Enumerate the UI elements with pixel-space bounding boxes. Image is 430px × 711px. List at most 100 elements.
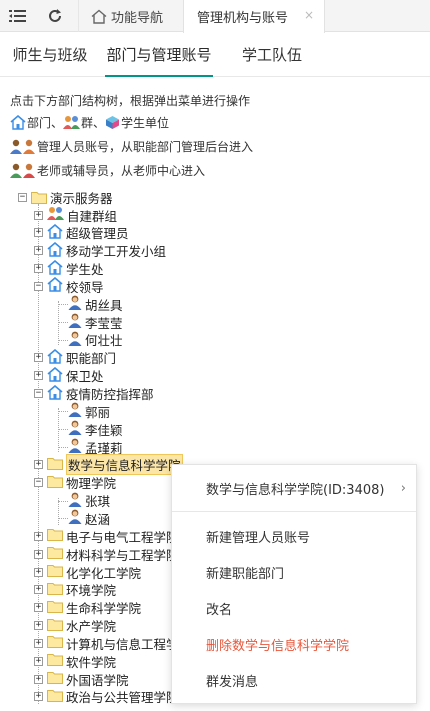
- tree-person-item[interactable]: 孟瑾莉: [68, 438, 123, 456]
- house-icon: [47, 277, 63, 295]
- tab-org-accounts[interactable]: 管理机构与账号 ×: [183, 0, 325, 33]
- person-icon: [68, 295, 82, 313]
- tree-node-label: 职能部门: [66, 351, 117, 367]
- context-menu-header[interactable]: 数学与信息科学学院(ID:3408) ›: [172, 465, 416, 512]
- legend-teacher: 老师或辅导员，从老师中心进入: [37, 164, 206, 178]
- person-pair-icon: [10, 163, 35, 178]
- tree-node-item[interactable]: + 移动学工开发小组: [34, 241, 166, 260]
- tree-node-item[interactable]: + 环境学院: [34, 581, 116, 599]
- person-icon: [68, 492, 82, 510]
- tree-person-item[interactable]: 何壮壮: [68, 331, 123, 349]
- expand-toggle[interactable]: +: [34, 246, 43, 256]
- menu-new-admin-account[interactable]: 新建管理人员账号: [206, 527, 310, 546]
- tree-person-item[interactable]: 张琪: [68, 492, 110, 510]
- tree-node-item[interactable]: + 保卫处: [34, 366, 104, 385]
- tree-root[interactable]: − 演示服务器: [18, 188, 113, 206]
- hint-teachers: 老师或辅导员，从老师中心进入: [10, 162, 205, 179]
- tree-node-label: 化学化工学院: [66, 565, 142, 581]
- sub-tabs: 师生与班级 部门与管理账号 学工队伍: [0, 33, 430, 77]
- tree-node-item[interactable]: + 水产学院: [34, 617, 116, 635]
- tree-node-label: 郭丽: [85, 404, 111, 420]
- menu-collapse-icon: [9, 10, 26, 22]
- tree-node-label: 自建群组: [67, 208, 118, 224]
- expand-toggle[interactable]: +: [34, 371, 43, 381]
- legend-student-unit: 学生单位: [121, 116, 170, 130]
- tree-node-item[interactable]: + 软件学院: [34, 652, 116, 670]
- expand-toggle[interactable]: +: [34, 674, 43, 684]
- tree-node-label: 李莹莹: [85, 315, 123, 331]
- folder-icon: [47, 635, 63, 651]
- tree-node-label: 何壮壮: [85, 333, 123, 349]
- tab-function-nav[interactable]: 功能导航: [78, 0, 182, 32]
- tree-node-label: 材料科学与工程学院: [66, 547, 179, 563]
- expand-toggle[interactable]: +: [34, 210, 43, 220]
- refresh-button[interactable]: [37, 0, 73, 32]
- tree-person-item[interactable]: 李佳颖: [68, 420, 123, 438]
- tree-node-item[interactable]: + 职能部门: [34, 348, 117, 367]
- tree-node-label: 电子与电气工程学院: [66, 529, 179, 545]
- expand-toggle[interactable]: +: [34, 353, 43, 363]
- legend-group: 群、: [81, 116, 106, 130]
- person-icon: [68, 331, 82, 349]
- home-icon: [91, 9, 107, 24]
- expand-toggle[interactable]: +: [34, 692, 43, 702]
- tree-node-item[interactable]: + 政治与公共管理学院: [34, 688, 179, 706]
- expand-toggle[interactable]: +: [34, 638, 43, 648]
- expand-toggle[interactable]: +: [34, 603, 43, 613]
- tree-node-item[interactable]: + 超级管理员: [34, 223, 129, 242]
- expand-toggle[interactable]: +: [34, 228, 43, 238]
- group-icon: [63, 116, 81, 129]
- collapse-toggle[interactable]: −: [34, 478, 43, 488]
- menu-delete-department[interactable]: 删除数学与信息科学学院: [206, 635, 349, 654]
- tab-teachers-classes[interactable]: 师生与班级: [10, 33, 90, 77]
- tree-node-label: 生命科学学院: [66, 601, 142, 617]
- tree-node-item[interactable]: + 电子与电气工程学院: [34, 527, 179, 545]
- tree-node-label: 外国语学院: [66, 672, 129, 688]
- tree-node-item[interactable]: + 自建群组: [34, 206, 117, 224]
- menu-new-department[interactable]: 新建职能部门: [206, 563, 284, 582]
- collapse-toggle[interactable]: −: [18, 192, 27, 202]
- tree-node-label: 数学与信息科学学院: [66, 454, 183, 476]
- collapse-toggle[interactable]: −: [34, 389, 43, 398]
- hint-instructions: 点击下方部门结构树，根据弹出菜单进行操作: [10, 94, 251, 108]
- menu-broadcast-message[interactable]: 群发消息: [206, 671, 258, 690]
- tree-node-item[interactable]: − 疫情防控指挥部: [34, 384, 154, 403]
- tab-student-affairs-team[interactable]: 学工队伍: [237, 33, 307, 77]
- tree-node-item[interactable]: + 化学化工学院: [34, 563, 141, 581]
- tree-node-item[interactable]: + 计算机与信息工程学院: [34, 634, 191, 652]
- tree-node-item[interactable]: + 材料科学与工程学院: [34, 545, 179, 563]
- tree-node-item[interactable]: + 学生处: [34, 259, 104, 278]
- tab-departments-accounts[interactable]: 部门与管理账号: [105, 33, 213, 77]
- tree-person-item[interactable]: 赵涵: [68, 509, 110, 527]
- expand-toggle[interactable]: +: [34, 460, 43, 470]
- tree-person-item[interactable]: 胡丝具: [68, 295, 123, 313]
- close-icon[interactable]: ×: [304, 8, 314, 22]
- tree-node-item[interactable]: + 生命科学学院: [34, 599, 141, 617]
- menu-rename[interactable]: 改名: [206, 599, 232, 618]
- house-icon: [47, 223, 63, 242]
- cube-icon: [106, 116, 120, 129]
- tree-person-item[interactable]: 郭丽: [68, 402, 110, 420]
- folder-icon: [47, 564, 63, 580]
- expand-toggle[interactable]: +: [34, 549, 43, 559]
- tree-node-label: 政治与公共管理学院: [66, 690, 179, 706]
- tree-node-label: 胡丝具: [85, 297, 123, 313]
- expand-toggle[interactable]: +: [34, 531, 43, 541]
- collapse-toggle[interactable]: −: [34, 281, 43, 291]
- expand-toggle[interactable]: +: [34, 264, 43, 274]
- expand-toggle[interactable]: +: [34, 585, 43, 595]
- expand-toggle[interactable]: +: [34, 567, 43, 577]
- person-pair-icon: [10, 139, 35, 154]
- folder-icon: [47, 546, 63, 562]
- person-icon: [68, 313, 82, 331]
- tree-node-item[interactable]: + 外国语学院: [34, 670, 129, 688]
- tree-node-item[interactable]: − 校领导: [34, 277, 104, 295]
- legend-department: 部门、: [27, 116, 64, 130]
- menu-toggle-button[interactable]: [0, 0, 36, 32]
- expand-toggle[interactable]: +: [34, 656, 43, 666]
- tree-person-item[interactable]: 李莹莹: [68, 313, 123, 331]
- tree-node-item[interactable]: + 数学与信息科学学院: [34, 454, 183, 476]
- folder-icon: [47, 618, 63, 634]
- expand-toggle[interactable]: +: [34, 621, 43, 631]
- tree-node-item[interactable]: − 物理学院: [34, 474, 116, 492]
